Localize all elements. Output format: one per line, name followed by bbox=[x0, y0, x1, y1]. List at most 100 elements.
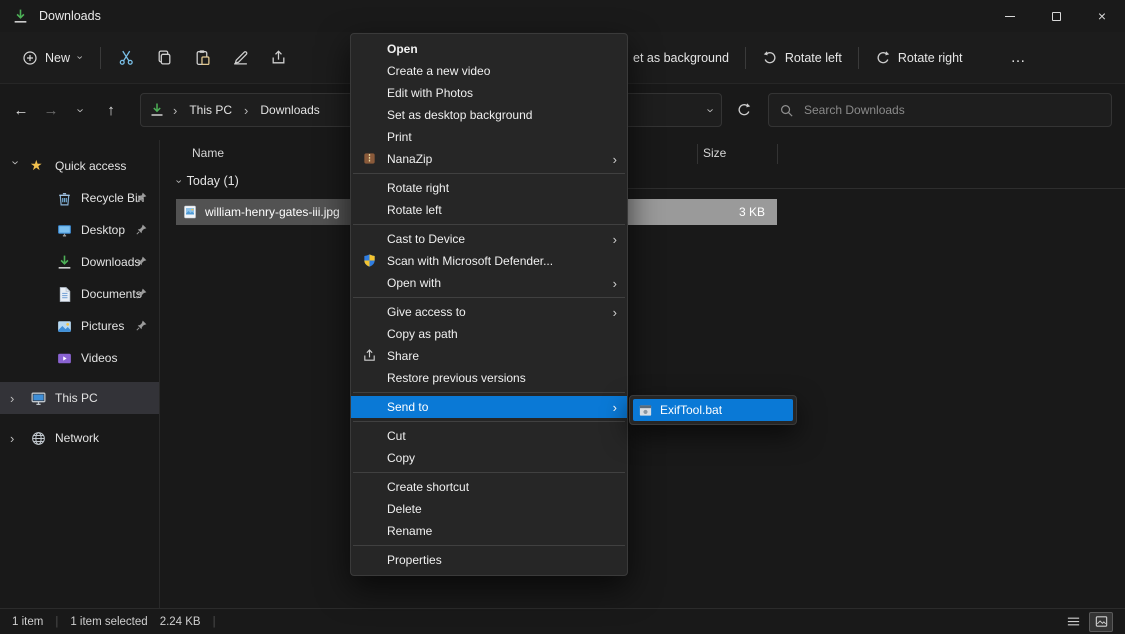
menu-item-print[interactable]: Print bbox=[351, 126, 627, 148]
network-icon bbox=[30, 430, 47, 447]
minimize-button[interactable] bbox=[987, 0, 1033, 32]
menu-item-scan-with-microsoft-defender[interactable]: Scan with Microsoft Defender... bbox=[351, 250, 627, 272]
sidebar-item-this-pc[interactable]: › This PC bbox=[0, 382, 159, 414]
menu-item-restore-previous-versions[interactable]: Restore previous versions bbox=[351, 367, 627, 389]
menu-item-label: Set as desktop background bbox=[387, 108, 532, 122]
sidebar-item-label: Downloads bbox=[81, 255, 140, 269]
breadcrumb-downloads[interactable]: Downloads bbox=[256, 101, 323, 119]
menu-item-label: Rotate left bbox=[387, 203, 442, 217]
toolbar-divider bbox=[100, 47, 101, 69]
sidebar-item-network[interactable]: › Network bbox=[0, 422, 159, 454]
submenu-item-exiftool-bat[interactable]: ExifTool.bat bbox=[633, 399, 793, 421]
menu-item-label: Give access to bbox=[387, 305, 466, 319]
menu-item-send-to[interactable]: Send to › bbox=[351, 396, 627, 418]
plus-circle-icon bbox=[22, 50, 38, 66]
sidebar-item-quick-access[interactable]: › ★ Quick access bbox=[0, 150, 159, 182]
search-input[interactable] bbox=[802, 102, 1101, 118]
menu-item-delete[interactable]: Delete bbox=[351, 498, 627, 520]
menu-item-rename[interactable]: Rename bbox=[351, 520, 627, 542]
menu-item-cut[interactable]: Cut bbox=[351, 425, 627, 447]
sidebar-item-label: Videos bbox=[81, 351, 117, 365]
rotate-right-button[interactable]: Rotate right bbox=[871, 44, 967, 72]
menu-item-cast-to-device[interactable]: Cast to Device › bbox=[351, 228, 627, 250]
group-header-today[interactable]: › Today (1) bbox=[176, 174, 239, 188]
address-dropdown-icon[interactable]: › bbox=[704, 108, 717, 112]
rename-button[interactable] bbox=[228, 45, 253, 70]
refresh-button[interactable] bbox=[728, 95, 760, 125]
status-bar: 1 item | 1 item selected 2.24 KB | bbox=[0, 608, 1125, 634]
thumbnails-view-button[interactable] bbox=[1089, 612, 1113, 632]
up-arrow-icon: ↑ bbox=[107, 102, 115, 119]
pin-icon bbox=[135, 319, 149, 333]
file-row[interactable]: william-henry-gates-iii.jpg 3 KB bbox=[161, 199, 1125, 225]
forward-button[interactable]: → bbox=[36, 95, 66, 125]
cut-button[interactable] bbox=[114, 45, 139, 70]
rotate-left-button[interactable]: Rotate left bbox=[758, 44, 846, 72]
paste-button[interactable] bbox=[190, 45, 215, 70]
maximize-button[interactable] bbox=[1033, 0, 1079, 32]
column-separator[interactable] bbox=[697, 144, 698, 164]
menu-item-edit-with-photos[interactable]: Edit with Photos bbox=[351, 82, 627, 104]
menu-item-share[interactable]: Share bbox=[351, 345, 627, 367]
menu-item-nanazip[interactable]: NanaZip › bbox=[351, 148, 627, 170]
breadcrumb-this-pc[interactable]: This PC bbox=[185, 101, 236, 119]
sidebar-item-pictures[interactable]: Pictures bbox=[0, 310, 159, 342]
pictures-icon bbox=[56, 318, 73, 335]
sidebar-item-label: Network bbox=[55, 431, 99, 445]
submenu-arrow-icon: › bbox=[613, 152, 617, 167]
set-as-background-button[interactable]: et as background bbox=[629, 45, 733, 71]
pin-icon bbox=[135, 223, 149, 237]
menu-item-create-a-new-video[interactable]: Create a new video bbox=[351, 60, 627, 82]
column-separator[interactable] bbox=[777, 144, 778, 164]
menu-item-copy-as-path[interactable]: Copy as path bbox=[351, 323, 627, 345]
sidebar-item-documents[interactable]: Documents bbox=[0, 278, 159, 310]
new-button[interactable]: New › bbox=[16, 44, 87, 72]
menu-item-properties[interactable]: Properties bbox=[351, 549, 627, 571]
menu-item-open[interactable]: Open bbox=[351, 38, 627, 60]
menu-item-rotate-left[interactable]: Rotate left bbox=[351, 199, 627, 221]
chevron-down-icon[interactable]: › bbox=[10, 160, 23, 172]
column-header-size[interactable]: Size bbox=[703, 146, 726, 160]
menu-item-rotate-right[interactable]: Rotate right bbox=[351, 177, 627, 199]
sidebar-item-downloads[interactable]: Downloads bbox=[0, 246, 159, 278]
downloads-folder-icon bbox=[12, 8, 29, 25]
sidebar-item-recycle-bin[interactable]: Recycle Bin bbox=[0, 182, 159, 214]
context-menu: Open Create a new video Edit with Photos… bbox=[350, 33, 628, 576]
submenu-item-label: ExifTool.bat bbox=[660, 403, 722, 417]
chevron-down-icon[interactable]: › bbox=[172, 179, 183, 183]
column-header-name[interactable]: Name bbox=[192, 146, 224, 160]
menu-item-copy[interactable]: Copy bbox=[351, 447, 627, 469]
file-list: Name Size › Today (1) william-henry-gate… bbox=[161, 140, 1125, 608]
menu-separator bbox=[353, 173, 625, 174]
menu-item-set-as-desktop-background[interactable]: Set as desktop background bbox=[351, 104, 627, 126]
chevron-down-icon: › bbox=[73, 56, 84, 60]
menu-separator bbox=[353, 392, 625, 393]
copy-button[interactable] bbox=[152, 45, 177, 70]
videos-icon bbox=[56, 350, 73, 367]
menu-item-open-with[interactable]: Open with › bbox=[351, 272, 627, 294]
menu-item-create-shortcut[interactable]: Create shortcut bbox=[351, 476, 627, 498]
menu-item-label: Properties bbox=[387, 553, 442, 567]
sidebar-item-label: Pictures bbox=[81, 319, 124, 333]
nanazip-icon bbox=[362, 151, 378, 167]
menu-item-give-access-to[interactable]: Give access to › bbox=[351, 301, 627, 323]
menu-item-label: Create shortcut bbox=[387, 480, 469, 494]
recent-locations-button[interactable]: › bbox=[66, 95, 96, 125]
close-button[interactable]: × bbox=[1079, 0, 1125, 32]
details-view-button[interactable] bbox=[1061, 612, 1085, 632]
chevron-right-icon[interactable]: › bbox=[10, 432, 22, 445]
sidebar-item-videos[interactable]: Videos bbox=[0, 342, 159, 374]
rotate-left-icon bbox=[762, 50, 778, 66]
menu-item-label: Rotate right bbox=[387, 181, 449, 195]
menu-item-label: Edit with Photos bbox=[387, 86, 473, 100]
back-button[interactable]: ← bbox=[6, 95, 36, 125]
documents-icon bbox=[56, 286, 73, 303]
up-button[interactable]: ↑ bbox=[96, 95, 126, 125]
more-options-button[interactable]: … bbox=[1005, 48, 1033, 67]
sidebar-item-desktop[interactable]: Desktop bbox=[0, 214, 159, 246]
forward-arrow-icon: → bbox=[44, 102, 59, 119]
share-button[interactable] bbox=[266, 45, 291, 70]
chevron-down-icon: › bbox=[75, 108, 88, 112]
chevron-right-icon[interactable]: › bbox=[10, 392, 22, 405]
menu-separator bbox=[353, 421, 625, 422]
